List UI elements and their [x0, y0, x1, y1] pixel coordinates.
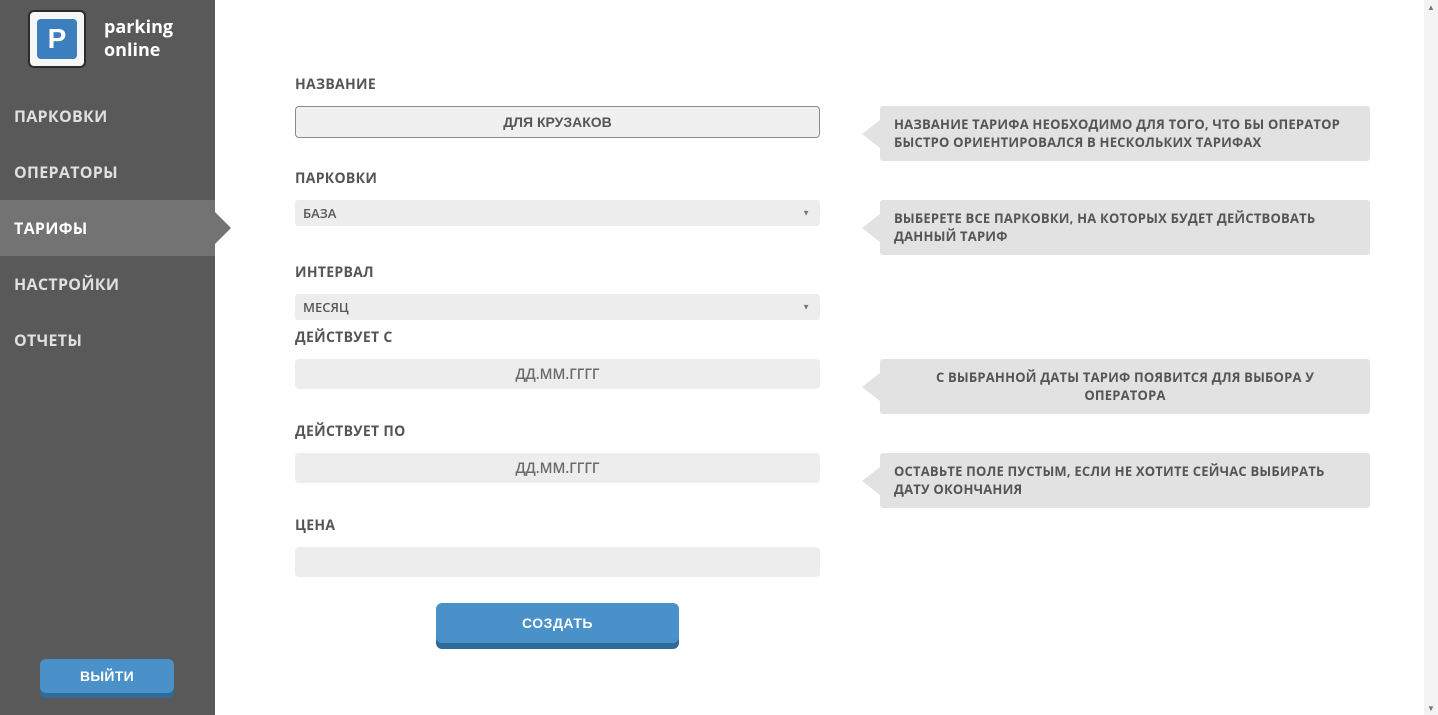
tariff-form: НАЗВАНИЕ НАЗВАНИЕ ТАРИФА НЕОБХОДИМО ДЛЯ …	[295, 75, 1378, 643]
sidebar-item-reports[interactable]: ОТЧЕТЫ	[0, 312, 215, 368]
app-logo-icon: P	[28, 10, 86, 68]
logout-button[interactable]: ВЫЙТИ	[40, 659, 174, 693]
valid-to-label: ДЕЙСТВУЕТ ПО	[295, 422, 1378, 441]
interval-label: ИНТЕРВАЛ	[295, 263, 1378, 282]
logo-letter: P	[37, 19, 77, 59]
sidebar-item-tariffs[interactable]: ТАРИФЫ	[0, 200, 215, 256]
parkings-select[interactable]: БАЗА	[295, 200, 820, 226]
parkings-hint: ВЫБЕРЕТЕ ВСЕ ПАРКОВКИ, НА КОТОРЫХ БУДЕТ …	[880, 200, 1370, 255]
valid-to-input[interactable]: ДД.ММ.ГГГГ	[295, 453, 820, 483]
app-title-line1: parking	[104, 16, 173, 39]
sidebar-item-settings[interactable]: НАСТРОЙКИ	[0, 256, 215, 312]
valid-from-placeholder: ДД.ММ.ГГГГ	[515, 365, 599, 384]
interval-select[interactable]: МЕСЯЦ	[295, 294, 820, 320]
sidebar: P parking online ПАРКОВКИ ОПЕРАТОРЫ ТАРИ…	[0, 0, 215, 715]
name-label: НАЗВАНИЕ	[295, 75, 1378, 94]
parkings-label: ПАРКОВКИ	[295, 169, 1378, 188]
name-hint: НАЗВАНИЕ ТАРИФА НЕОБХОДИМО ДЛЯ ТОГО, ЧТО…	[880, 106, 1370, 161]
valid-from-label: ДЕЙСТВУЕТ С	[295, 328, 1378, 347]
vertical-scrollbar[interactable]: ▲ ▼	[1424, 0, 1438, 715]
sidebar-item-parkings[interactable]: ПАРКОВКИ	[0, 88, 215, 144]
sidebar-item-operators[interactable]: ОПЕРАТОРЫ	[0, 144, 215, 200]
price-label: ЦЕНА	[295, 516, 1378, 535]
parkings-selected-value: БАЗА	[303, 204, 336, 222]
interval-selected-value: МЕСЯЦ	[303, 298, 349, 316]
valid-from-input[interactable]: ДД.ММ.ГГГГ	[295, 359, 820, 389]
logo-area: P parking online	[0, 0, 215, 88]
valid-to-hint: ОСТАВЬТЕ ПОЛЕ ПУСТЫМ, ЕСЛИ НЕ ХОТИТЕ СЕЙ…	[880, 453, 1370, 508]
app-title: parking online	[104, 16, 173, 63]
main-content: НАЗВАНИЕ НАЗВАНИЕ ТАРИФА НЕОБХОДИМО ДЛЯ …	[215, 0, 1438, 715]
submit-wrap: СОЗДАТЬ	[295, 603, 820, 643]
logout-wrap: ВЫЙТИ	[0, 659, 215, 715]
scroll-up-icon[interactable]: ▲	[1424, 0, 1438, 14]
valid-to-placeholder: ДД.ММ.ГГГГ	[515, 459, 599, 478]
price-input[interactable]	[295, 547, 820, 577]
app-title-line2: online	[104, 39, 173, 62]
scroll-down-icon[interactable]: ▼	[1424, 701, 1438, 715]
sidebar-nav: ПАРКОВКИ ОПЕРАТОРЫ ТАРИФЫ НАСТРОЙКИ ОТЧЕ…	[0, 88, 215, 368]
create-button[interactable]: СОЗДАТЬ	[436, 603, 679, 643]
name-input[interactable]	[295, 106, 820, 138]
valid-from-hint: С ВЫБРАННОЙ ДАТЫ ТАРИФ ПОЯВИТСЯ ДЛЯ ВЫБО…	[880, 359, 1370, 414]
